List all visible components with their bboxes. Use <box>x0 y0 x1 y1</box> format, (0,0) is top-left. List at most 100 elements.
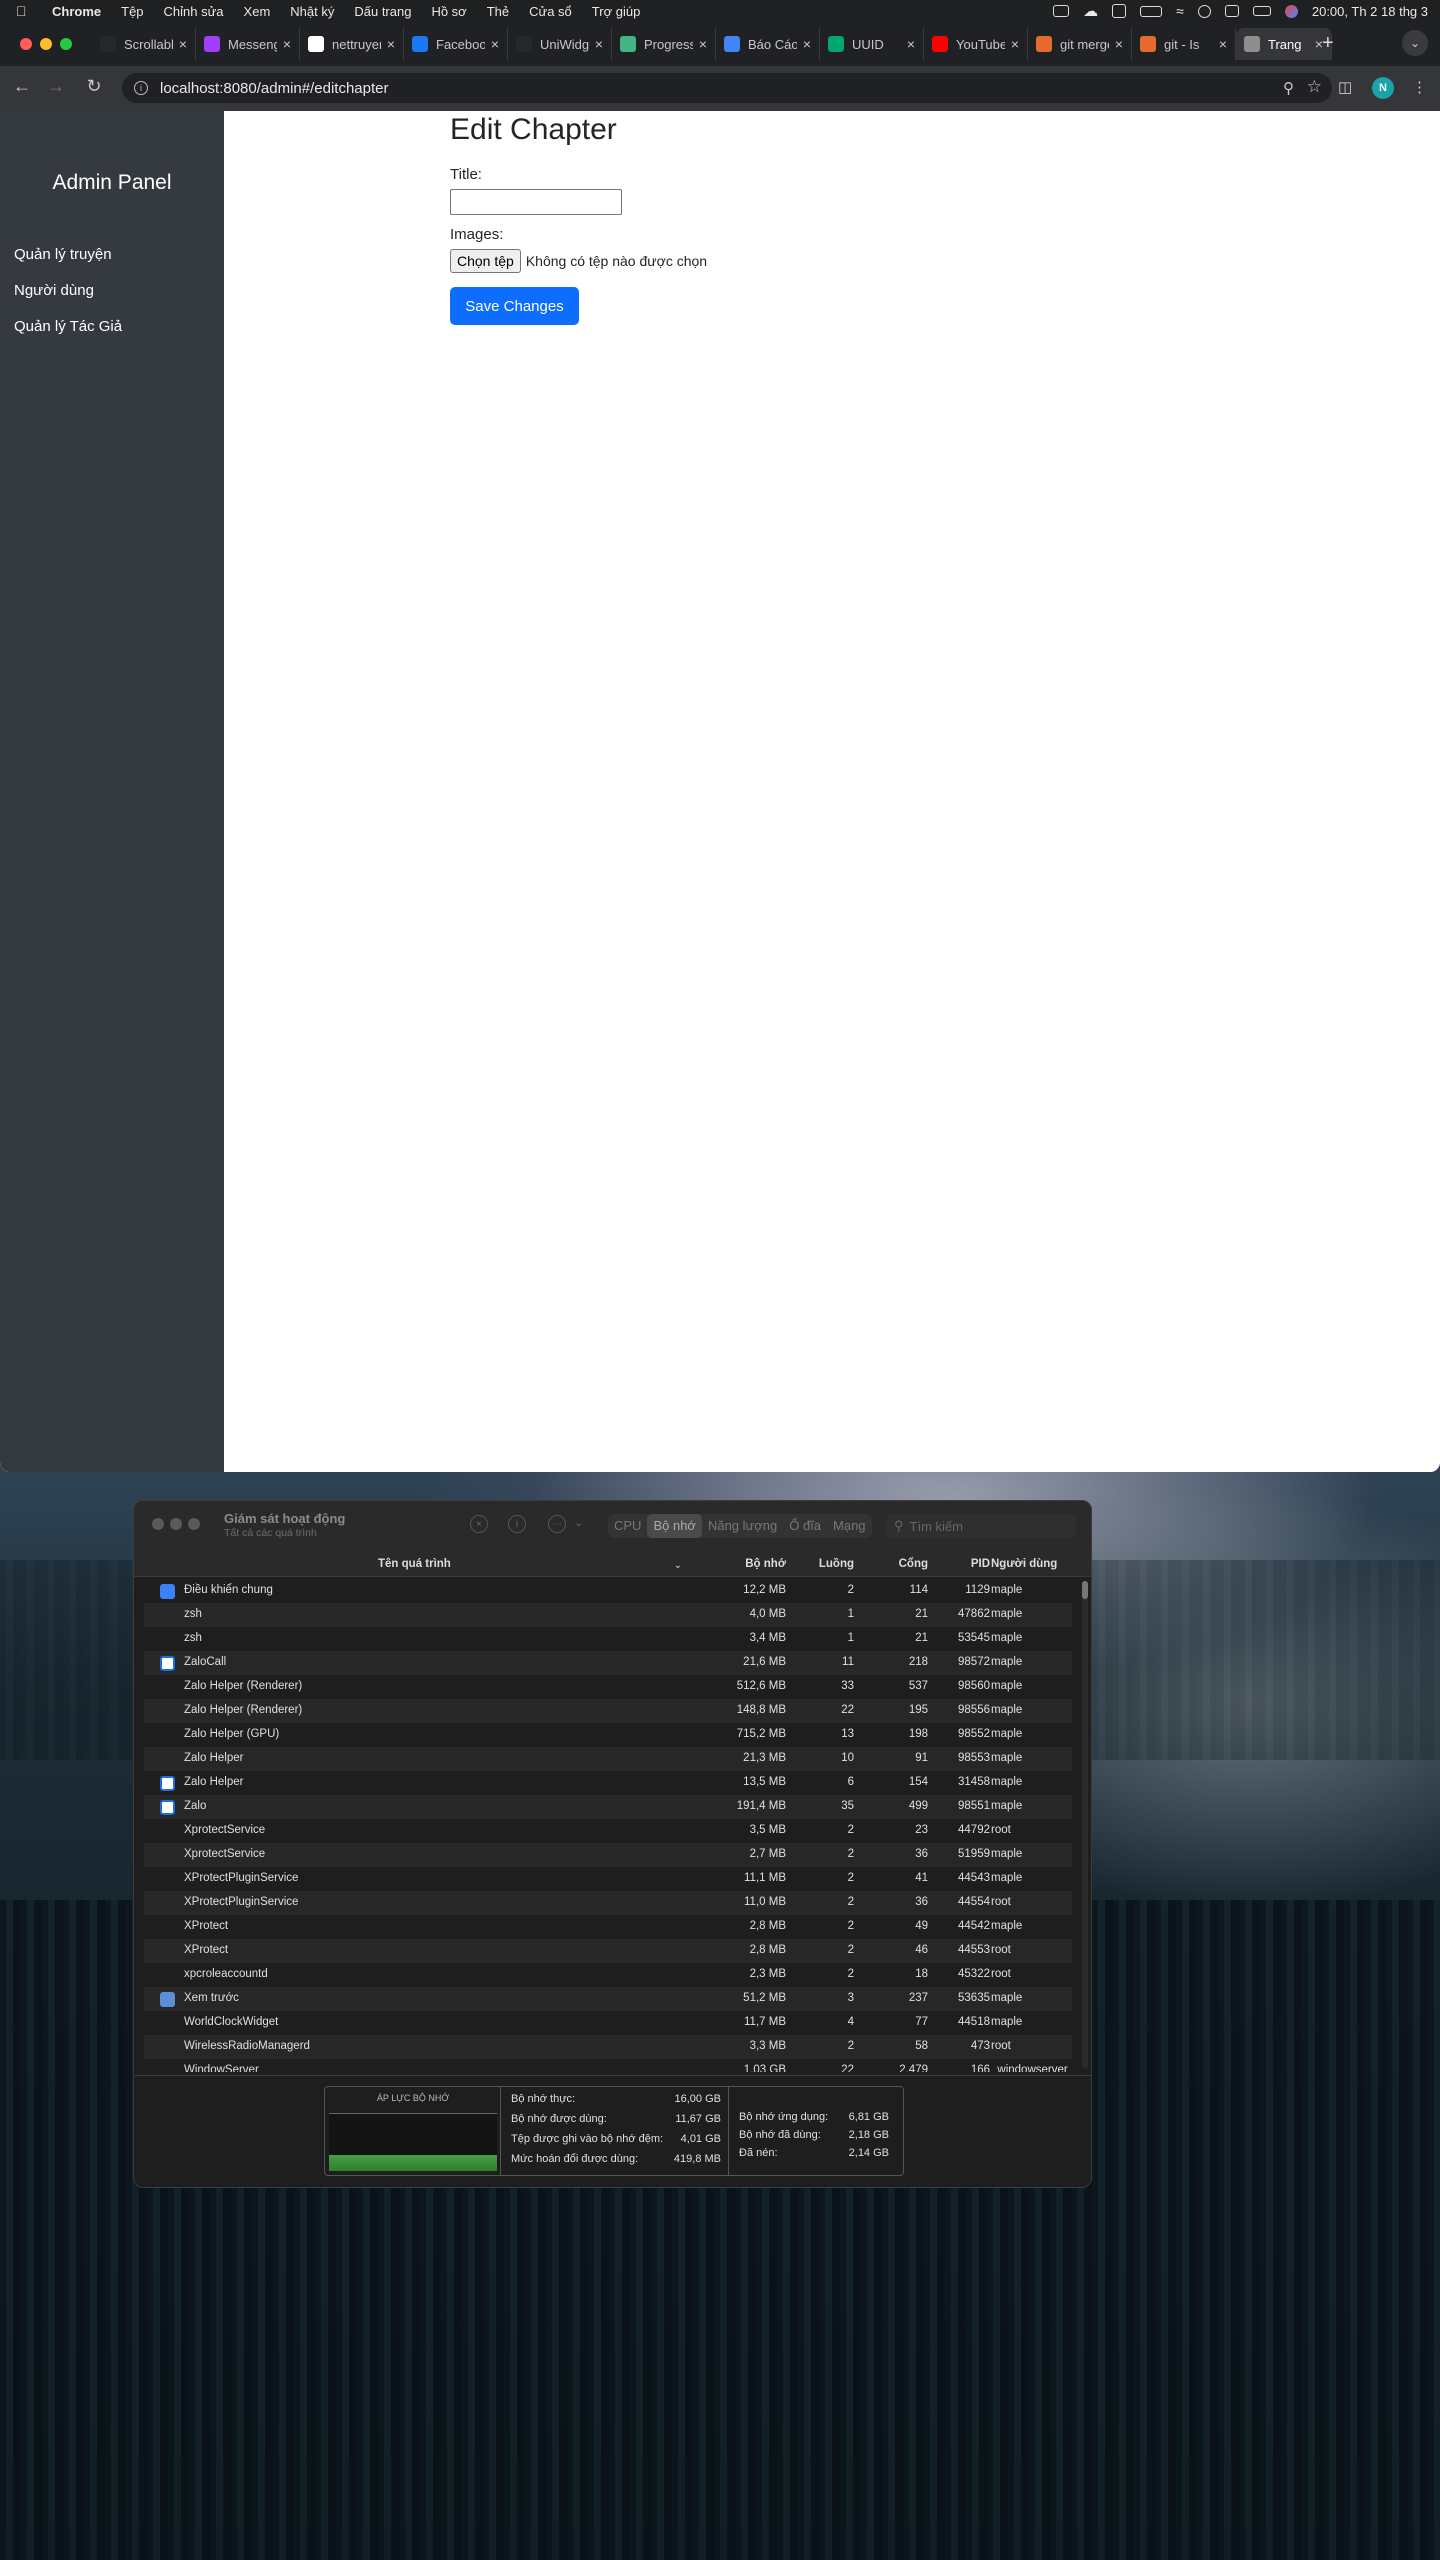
battery-icon[interactable] <box>1140 5 1163 17</box>
site-info-icon[interactable]: i <box>134 81 148 95</box>
tab[interactable]: nettruyen × <box>300 28 404 60</box>
tab-close-icon[interactable]: × <box>699 36 707 52</box>
tab-close-icon[interactable]: × <box>1011 36 1019 52</box>
table-row[interactable]: WirelessRadioManagerd 3,3 MB 2 58 473 root <box>144 2035 1072 2059</box>
am-tab-disk[interactable]: Ổ đĩa <box>783 1514 827 1538</box>
col-threads[interactable]: Luồng <box>794 1558 854 1570</box>
col-pid[interactable]: PID <box>934 1558 990 1570</box>
table-row[interactable]: xpcroleaccountd 2,3 MB 2 18 45322 root <box>144 1963 1072 1987</box>
table-row[interactable]: XProtectPluginService 11,1 MB 2 41 44543 mapl… <box>144 1867 1072 1891</box>
tab[interactable]: Messenger × <box>196 28 300 60</box>
menu-tab[interactable]: Thẻ <box>487 4 509 19</box>
tab[interactable]: git - Is × <box>1132 28 1236 60</box>
tab-close-icon[interactable]: × <box>595 36 603 52</box>
table-row[interactable]: Zalo Helper (Renderer) 512,6 MB 33 537 98560… <box>144 1675 1072 1699</box>
col-ports[interactable]: Cổng <box>864 1558 928 1570</box>
control-center-icon[interactable] <box>1224 5 1239 17</box>
menu-window[interactable]: Cửa sổ <box>529 4 572 19</box>
reload-icon[interactable]: ↻ <box>82 76 106 97</box>
table-row[interactable]: XProtect 2,8 MB 2 46 44553 root <box>144 1939 1072 1963</box>
screen-icon[interactable] <box>1053 5 1070 17</box>
display-icon[interactable] <box>1252 6 1271 16</box>
tab-close-icon[interactable]: × <box>907 36 915 52</box>
sidebar-item-manage-authors[interactable]: Quản lý Tác Giả <box>14 318 122 335</box>
tab-close-icon[interactable]: × <box>1219 36 1227 52</box>
table-row[interactable]: zsh 3,4 MB 1 21 53545 maple <box>144 1627 1072 1651</box>
bookmark-star-icon[interactable]: ☆ <box>1307 77 1322 97</box>
table-row[interactable]: Zalo Helper (Renderer) 148,8 MB 22 195 98556… <box>144 1699 1072 1723</box>
process-table-scrollbar[interactable] <box>1082 1581 1088 2069</box>
more-options-chevron-icon[interactable]: ⌄ <box>574 1516 583 1529</box>
stop-process-icon[interactable]: × <box>470 1515 488 1533</box>
am-minimize-button[interactable] <box>170 1518 182 1530</box>
menu-clock[interactable]: 20:00, Th 2 18 thg 3 <box>1312 4 1428 19</box>
col-memory[interactable]: Bộ nhớ <box>714 1558 786 1570</box>
side-panel-icon[interactable]: ◫ <box>1338 78 1352 96</box>
forward-arrow-icon[interactable]: → <box>44 76 68 97</box>
menu-view[interactable]: Xem <box>244 4 271 19</box>
table-row[interactable]: zsh 4,0 MB 1 21 47862 maple <box>144 1603 1072 1627</box>
images-file-input[interactable]: Chọn tệp Không có tệp nào được chọn <box>450 249 707 273</box>
tab-search-chevron-icon[interactable]: ⌄ <box>1402 30 1428 56</box>
table-row[interactable]: XProtect 2,8 MB 2 49 44542 maple <box>144 1915 1072 1939</box>
menu-app-name[interactable]: Chrome <box>52 4 101 19</box>
tab[interactable]: Scrollable × <box>92 28 196 60</box>
menu-bookmarks[interactable]: Dấu trang <box>354 4 411 19</box>
tab[interactable]: Báo Cáo × <box>716 28 820 60</box>
col-process-name[interactable]: Tên quá trình <box>378 1558 451 1570</box>
tab[interactable]: Facebook × <box>404 28 508 60</box>
new-tab-button[interactable]: + <box>1322 32 1334 55</box>
am-search-field[interactable]: ⚲ Tìm kiếm <box>886 1514 1076 1538</box>
tab-active[interactable]: Trang × <box>1236 28 1332 60</box>
back-arrow-icon[interactable]: ← <box>10 76 34 97</box>
menu-help[interactable]: Trợ giúp <box>592 4 641 19</box>
inspect-info-icon[interactable]: i <box>508 1515 526 1533</box>
tab[interactable]: UniWidget × <box>508 28 612 60</box>
col-user[interactable]: Người dùng <box>991 1558 1057 1570</box>
menu-edit[interactable]: Chỉnh sửa <box>164 4 224 19</box>
tab-close-icon[interactable]: × <box>179 36 187 52</box>
table-row[interactable]: Zalo 191,4 MB 35 499 98551 maple <box>144 1795 1072 1819</box>
menu-file[interactable]: Tệp <box>121 4 143 19</box>
save-changes-button[interactable]: Save Changes <box>450 287 579 325</box>
choose-file-button[interactable]: Chọn tệp <box>450 249 521 273</box>
tab[interactable]: UUID × <box>820 28 924 60</box>
profile-avatar[interactable]: N <box>1372 77 1394 99</box>
tab-close-icon[interactable]: × <box>491 36 499 52</box>
sidebar-item-manage-stories[interactable]: Quản lý truyện <box>14 246 112 263</box>
search-icon[interactable] <box>1197 4 1211 18</box>
address-bar-url[interactable]: localhost:8080/admin#/editchapter <box>160 80 389 97</box>
apple-icon[interactable]:  <box>16 3 38 19</box>
table-row[interactable]: Zalo Helper 21,3 MB 10 91 98553 maple <box>144 1747 1072 1771</box>
more-options-icon[interactable]: ⋯ <box>548 1515 566 1533</box>
window-zoom-button[interactable] <box>60 38 72 50</box>
am-close-button[interactable] <box>152 1518 164 1530</box>
table-row[interactable]: Xem trước 51,2 MB 3 237 53635 maple <box>144 1987 1072 2011</box>
am-tab-memory[interactable]: Bộ nhớ <box>647 1514 702 1538</box>
kebab-menu-icon[interactable]: ⋮ <box>1412 78 1427 96</box>
table-row[interactable]: XprotectService 2,7 MB 2 36 51959 maple <box>144 1843 1072 1867</box>
table-row[interactable]: WindowServer 1,03 GB 22 2.479 166 _windowserv… <box>144 2059 1072 2072</box>
sidebar-item-users[interactable]: Người dùng <box>14 282 94 299</box>
zoom-icon[interactable]: ⚲ <box>1283 79 1294 97</box>
scrollbar-thumb[interactable] <box>1082 1581 1088 1599</box>
table-row[interactable]: XProtectPluginService 11,0 MB 2 36 44554 root <box>144 1891 1072 1915</box>
am-tab-cpu[interactable]: CPU <box>608 1514 647 1538</box>
window-close-button[interactable] <box>20 38 32 50</box>
tab-close-icon[interactable]: × <box>1115 36 1123 52</box>
table-row[interactable]: XprotectService 3,5 MB 2 23 44792 root <box>144 1819 1072 1843</box>
table-row[interactable]: Điều khiển chung 12,2 MB 2 114 1129 maple <box>144 1579 1072 1603</box>
am-tab-network[interactable]: Mạng <box>827 1514 872 1538</box>
table-row[interactable]: Zalo Helper (GPU) 715,2 MB 13 198 98552 maple <box>144 1723 1072 1747</box>
tab-close-icon[interactable]: × <box>283 36 291 52</box>
menu-history[interactable]: Nhật ký <box>290 4 334 19</box>
tab-close-icon[interactable]: × <box>387 36 395 52</box>
tab[interactable]: git merge × <box>1028 28 1132 60</box>
tab[interactable]: YouTube × <box>924 28 1028 60</box>
address-bar[interactable]: i localhost:8080/admin#/editchapter ⚲ ☆ <box>122 73 1332 103</box>
table-row[interactable]: ZaloCall 21,6 MB 11 218 98572 maple <box>144 1651 1072 1675</box>
am-zoom-button[interactable] <box>188 1518 200 1530</box>
menu-profiles[interactable]: Hồ sơ <box>431 4 466 19</box>
wifi-icon[interactable]: ≈ <box>1176 3 1184 19</box>
siri-icon[interactable] <box>1284 4 1298 18</box>
